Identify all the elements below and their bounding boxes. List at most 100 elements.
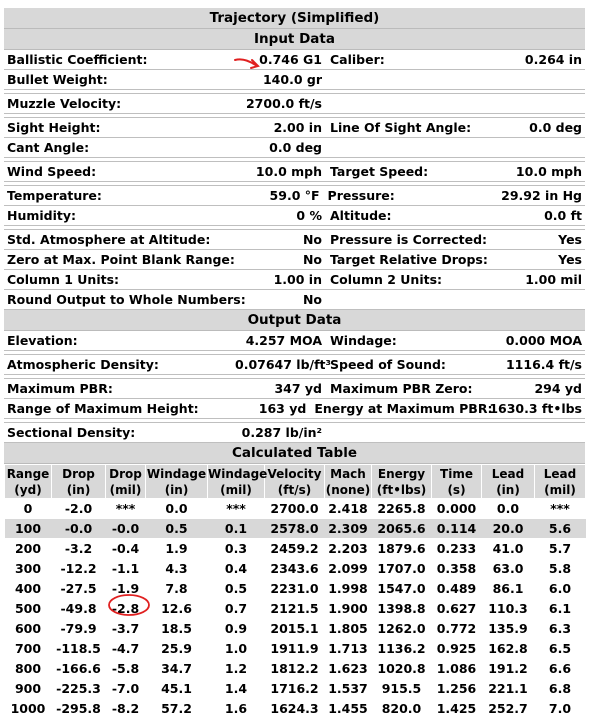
table-cell: 0.358 — [431, 558, 482, 579]
table-cell: 2.099 — [324, 558, 372, 579]
field-value: 2700.0 ft/s — [245, 96, 322, 111]
table-cell: 0.000 — [431, 498, 482, 519]
field-value: 0.000 MOA — [505, 333, 582, 348]
field-value: Yes — [558, 232, 582, 247]
table-cell: 6.5 — [534, 638, 586, 659]
column-header: Drop (mil) — [105, 464, 146, 499]
field-value: 0.0 deg — [529, 120, 582, 135]
column-unit: (s) — [447, 482, 466, 497]
table-cell: -0.0 — [51, 518, 106, 539]
table-cell: -1.9 — [105, 578, 146, 599]
table-cell: 5.8 — [534, 558, 586, 579]
field-label: Cant Angle: — [7, 140, 90, 155]
table-cell: -5.8 — [105, 658, 146, 679]
table-cell: 63.0 — [481, 558, 535, 579]
table-cell: 0.7 — [207, 598, 265, 619]
table-cell: -3.7 — [105, 618, 146, 639]
column-header: Range (yd) — [4, 464, 52, 499]
table-cell: 25.9 — [145, 638, 208, 659]
table-cell: 7.0 — [534, 698, 586, 719]
table-cell: 6.3 — [534, 618, 586, 639]
field-label: Caliber: — [330, 52, 385, 67]
column-header: Lead (mil) — [534, 464, 586, 499]
table-cell: 1.2 — [207, 658, 265, 679]
data-row: Maximum PBR: 347 yd Maximum PBR Zero: 294 y… — [4, 378, 585, 399]
table-cell: 1547.0 — [371, 578, 432, 599]
report-title: Trajectory (Simplified) — [4, 8, 585, 29]
field-label: Sectional Density: — [7, 425, 136, 440]
table-cell: 1812.2 — [264, 658, 325, 679]
table-row: 300 -12.2 -1.1 4.3 0.4 2343.6 2.099 1707.0 0.358… — [4, 558, 586, 579]
calculated-table-header: Calculated Table — [4, 443, 585, 464]
table-cell: 0.5 — [145, 518, 208, 539]
table-cell: 252.7 — [481, 698, 535, 719]
column-header: Energy (ft•lbs) — [371, 464, 432, 499]
table-cell: 135.9 — [481, 618, 535, 639]
column-unit: (yd) — [14, 482, 42, 497]
table-cell: 6.6 — [534, 658, 586, 679]
table-cell: 915.5 — [371, 678, 432, 699]
table-cell: 1.805 — [324, 618, 372, 639]
column-title: Lead — [491, 466, 525, 481]
data-row: Zero at Max. Point Blank Range: No Target … — [4, 250, 585, 270]
table-cell: -12.2 — [51, 558, 106, 579]
table-cell: 6.8 — [534, 678, 586, 699]
field-label: Atmospheric Density: — [7, 357, 159, 372]
field-value: No — [302, 292, 322, 307]
table-cell: 5.7 — [534, 538, 586, 559]
column-title: Velocity — [267, 466, 322, 481]
field-value: 10.0 mph — [255, 164, 322, 179]
field-label: Pressure is Corrected: — [330, 232, 488, 247]
table-cell: -7.0 — [105, 678, 146, 699]
table-header-row: Range (yd) Drop (in) Drop (mil) Windage (in) Win… — [4, 464, 586, 499]
field-label: Range of Maximum Height: — [7, 401, 199, 416]
table-row: 200 -3.2 -0.4 1.9 0.3 2459.2 2.203 1879.6 0.233 4… — [4, 538, 586, 559]
table-cell: -4.7 — [105, 638, 146, 659]
column-header: Windage (in) — [145, 464, 208, 499]
table-cell: -27.5 — [51, 578, 106, 599]
table-cell: *** — [105, 498, 146, 519]
field-label: Muzzle Velocity: — [7, 96, 122, 111]
field-label: Maximum PBR Zero: — [330, 381, 473, 396]
data-row: Std. Atmosphere at Altitude: No Pressure i… — [4, 229, 585, 250]
table-cell: 300 — [4, 558, 52, 579]
column-title: Range — [6, 466, 50, 481]
table-cell: 900 — [4, 678, 52, 699]
table-cell: 191.2 — [481, 658, 535, 679]
table-row: 0 -2.0 *** 0.0 *** 2700.0 2.418 2265.8 0.000 0.0 *… — [4, 498, 586, 519]
table-cell: 1262.0 — [371, 618, 432, 639]
table-cell: 1.256 — [431, 678, 482, 699]
field-label: Target Speed: — [330, 164, 429, 179]
field-value: 0.0 deg — [269, 140, 322, 155]
field-value: Yes — [558, 252, 582, 267]
data-row: Round Output to Whole Numbers: No — [4, 290, 585, 310]
table-row: 100 -0.0 -0.0 0.5 0.1 2578.0 2.309 2065.6 0.114 2… — [4, 518, 586, 539]
data-row: Atmospheric Density: 0.07647 lb/ft³ Speed … — [4, 354, 585, 375]
table-row: 1000 -295.8 -8.2 57.2 1.6 1624.3 1.455 820.0 1.4… — [4, 698, 586, 719]
table-cell: -0.4 — [105, 538, 146, 559]
data-row: Temperature: 59.0 °F Pressure: 29.92 in Hg — [4, 185, 585, 206]
column-unit: (ft/s) — [277, 482, 312, 497]
table-cell: 200 — [4, 538, 52, 559]
output-data-section: Elevation: 4.257 MOA Windage: 0.000 MOA Atmo… — [4, 331, 585, 443]
table-cell: 500 — [4, 598, 52, 619]
field-value: 140.0 gr — [262, 72, 322, 87]
field-value: 4.257 MOA — [245, 333, 322, 348]
field-label: Target Relative Drops: — [330, 252, 488, 267]
field-value: 29.92 in Hg — [501, 188, 582, 203]
field-label: Humidity: — [7, 208, 77, 223]
column-unit: (ft•lbs) — [376, 482, 427, 497]
table-cell: 1.537 — [324, 678, 372, 699]
table-cell: 0.489 — [431, 578, 482, 599]
table-cell: 0.4 — [207, 558, 265, 579]
table-cell: 0.114 — [431, 518, 482, 539]
table-cell: -166.6 — [51, 658, 106, 679]
table-cell: 1624.3 — [264, 698, 325, 719]
table-cell: 2459.2 — [264, 538, 325, 559]
table-cell: 2065.6 — [371, 518, 432, 539]
table-cell: 1.086 — [431, 658, 482, 679]
table-cell: 1.455 — [324, 698, 372, 719]
data-row: Muzzle Velocity: 2700.0 ft/s — [4, 93, 585, 114]
column-unit: (mil) — [220, 482, 252, 497]
table-cell: 2578.0 — [264, 518, 325, 539]
